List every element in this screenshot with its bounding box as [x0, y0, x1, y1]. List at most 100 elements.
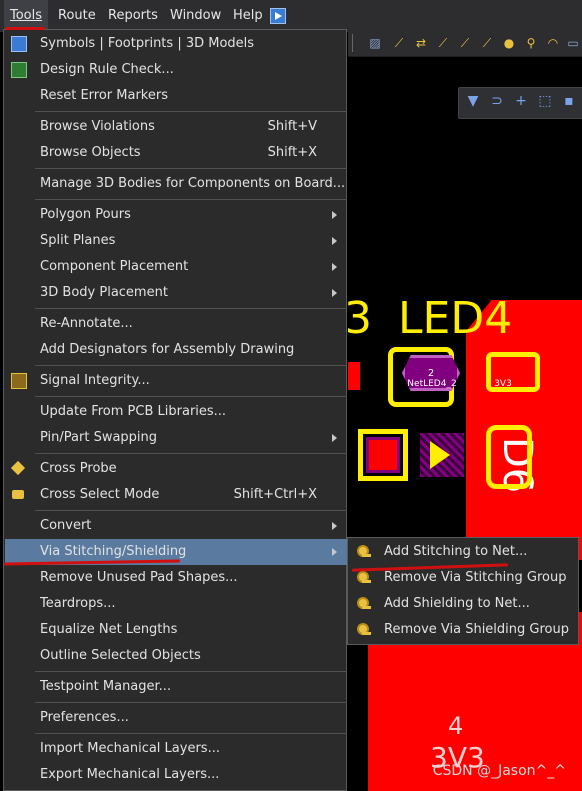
- menu-item-label: Design Rule Check...: [40, 62, 174, 77]
- route-icon[interactable]: ⟋: [392, 36, 406, 50]
- pcb-canvas[interactable]: ▼ ⊃ + ⬚ ▪ 3 LED4 D6 2 NetLED4_2 3V3 4 3V…: [348, 57, 582, 791]
- polygon-icon[interactable]: ▭: [566, 36, 580, 50]
- menu-item-label: Convert: [40, 518, 92, 533]
- via-stitching-icon: [356, 544, 372, 560]
- menu-item-label: Pin/Part Swapping: [40, 430, 158, 445]
- diff-pair-icon[interactable]: ⇄: [414, 36, 428, 50]
- menu-separator: [35, 365, 347, 366]
- menu-item-drc[interactable]: Design Rule Check...: [5, 57, 347, 83]
- annotation-underline: [5, 27, 45, 30]
- pad-2-number: 2: [427, 368, 435, 379]
- menu-bar: Tools Route Reports Window Help: [0, 0, 582, 32]
- pad-1[interactable]: [366, 437, 400, 473]
- menu-item-cross-select-mode[interactable]: Cross Select Mode Shift+Ctrl+X: [5, 482, 347, 508]
- menu-item-cross-probe[interactable]: Cross Probe: [5, 456, 347, 482]
- menu-window[interactable]: Window: [170, 0, 221, 32]
- menu-item-shortcut: Shift+X: [267, 145, 317, 160]
- menu-item-pin-part-swapping[interactable]: Pin/Part Swapping: [5, 425, 347, 451]
- menu-help[interactable]: Help: [233, 0, 263, 32]
- menu-item-import-mechanical-layers[interactable]: Import Mechanical Layers...: [5, 736, 347, 762]
- menu-item-preferences[interactable]: Preferences...: [5, 705, 347, 731]
- menu-item-signal-integrity[interactable]: Signal Integrity...: [5, 368, 347, 394]
- submenu-arrow-icon: [332, 522, 337, 530]
- designator-prefix: 3: [348, 293, 372, 344]
- menu-item-remove-unused-pad-shapes[interactable]: Remove Unused Pad Shapes...: [5, 565, 347, 591]
- cross-probe-icon: [10, 460, 27, 477]
- watermark: CSDN @_Jason^_^: [432, 763, 566, 779]
- menu-item-label: Preferences...: [40, 710, 129, 725]
- menu-item-polygon-pours[interactable]: Polygon Pours: [5, 202, 347, 228]
- menu-item-add-designators[interactable]: Add Designators for Assembly Drawing: [5, 337, 347, 363]
- menu-separator: [35, 199, 347, 200]
- menu-item-reset-error-markers[interactable]: Reset Error Markers: [5, 83, 347, 109]
- menu-item-component-placement[interactable]: Component Placement: [5, 254, 347, 280]
- via-shielding-icon: [356, 596, 372, 612]
- run-icon[interactable]: [270, 8, 286, 24]
- trace-stub: [348, 362, 360, 390]
- submenu-arrow-icon: [332, 434, 337, 442]
- menu-item-label: Polygon Pours: [40, 207, 131, 222]
- menu-item-label: Equalize Net Lengths: [40, 622, 178, 637]
- menu-item-shortcut: Shift+Ctrl+X: [233, 487, 317, 502]
- length-tune-icon[interactable]: ⟋: [458, 36, 472, 50]
- hatch-icon[interactable]: ▨: [368, 36, 382, 50]
- submenu-item-add-shielding[interactable]: Add Shielding to Net...: [349, 591, 579, 617]
- menu-item-outline-selected-objects[interactable]: Outline Selected Objects: [5, 643, 347, 669]
- menu-item-label: Split Planes: [40, 233, 116, 248]
- menu-item-testpoint-manager[interactable]: Testpoint Manager...: [5, 674, 347, 700]
- pad-icon[interactable]: ⟋: [480, 36, 494, 50]
- menu-item-split-planes[interactable]: Split Planes: [5, 228, 347, 254]
- menu-separator: [35, 702, 347, 703]
- route-mode-icon[interactable]: ⊃: [489, 93, 505, 109]
- submenu-arrow-icon: [332, 548, 337, 556]
- submenu-item-label: Add Stitching to Net...: [384, 544, 528, 559]
- menu-separator: [35, 168, 347, 169]
- arc-icon[interactable]: ◠: [546, 36, 560, 50]
- submenu-arrow-icon: [332, 263, 337, 271]
- big-pad-number: 4: [448, 712, 464, 740]
- menu-item-update-from-pcb-libraries[interactable]: Update From PCB Libraries...: [5, 399, 347, 425]
- menu-item-teardrops[interactable]: Teardrops...: [5, 591, 347, 617]
- tools-menu: Symbols | Footprints | 3D Models Design …: [3, 29, 347, 791]
- via-stitching-icon: [356, 570, 372, 586]
- toolbar-separator: [352, 34, 361, 52]
- cross-select-icon: [11, 487, 27, 503]
- menu-separator: [35, 111, 347, 112]
- via-stitching-submenu: Add Stitching to Net... Remove Via Stitc…: [347, 537, 579, 645]
- menu-separator: [35, 671, 347, 672]
- menu-item-browse-objects[interactable]: Browse Objects Shift+X: [5, 140, 347, 166]
- menu-item-manage-3d-bodies[interactable]: Manage 3D Bodies for Components on Board…: [5, 171, 347, 197]
- submenu-item-label: Add Shielding to Net...: [384, 596, 530, 611]
- via-stitch-icon[interactable]: ⚲: [524, 36, 538, 50]
- menu-item-3d-body-placement[interactable]: 3D Body Placement: [5, 280, 347, 306]
- submenu-item-remove-via-shielding[interactable]: Remove Via Shielding Group: [349, 617, 579, 643]
- menu-item-label: Browse Violations: [40, 119, 155, 134]
- menu-item-convert[interactable]: Convert: [5, 513, 347, 539]
- menu-item-label: Import Mechanical Layers...: [40, 741, 220, 756]
- multi-route-icon[interactable]: ⟋: [436, 36, 450, 50]
- menu-item-label: Testpoint Manager...: [40, 679, 172, 694]
- submenu-arrow-icon: [332, 289, 337, 297]
- menu-separator: [35, 733, 347, 734]
- menu-item-export-mechanical-layers[interactable]: Export Mechanical Layers...: [5, 762, 347, 788]
- menu-item-label: Outline Selected Objects: [40, 648, 201, 663]
- menu-separator: [35, 510, 347, 511]
- active-bar: ▼ ⊃ + ⬚ ▪: [458, 87, 582, 119]
- menu-item-label: Signal Integrity...: [40, 373, 150, 388]
- menu-item-label: Export Mechanical Layers...: [40, 767, 220, 782]
- submenu-item-add-stitching[interactable]: Add Stitching to Net...: [349, 539, 579, 565]
- menu-item-symbols-footprints[interactable]: Symbols | Footprints | 3D Models: [5, 31, 347, 57]
- menu-item-equalize-net-lengths[interactable]: Equalize Net Lengths: [5, 617, 347, 643]
- via-icon[interactable]: ●: [502, 36, 516, 50]
- menu-item-re-annotate[interactable]: Re-Annotate...: [5, 311, 347, 337]
- menu-route[interactable]: Route: [58, 0, 96, 32]
- select-icon[interactable]: ⬚: [537, 93, 553, 109]
- menu-reports[interactable]: Reports: [108, 0, 158, 32]
- align-icon[interactable]: ▪: [561, 93, 577, 109]
- drc-icon: [11, 62, 27, 78]
- add-icon[interactable]: +: [513, 93, 529, 109]
- menu-item-browse-violations[interactable]: Browse Violations Shift+V: [5, 114, 347, 140]
- submenu-arrow-icon: [332, 237, 337, 245]
- diode-symbol: [430, 441, 450, 469]
- filter-icon[interactable]: ▼: [465, 93, 481, 109]
